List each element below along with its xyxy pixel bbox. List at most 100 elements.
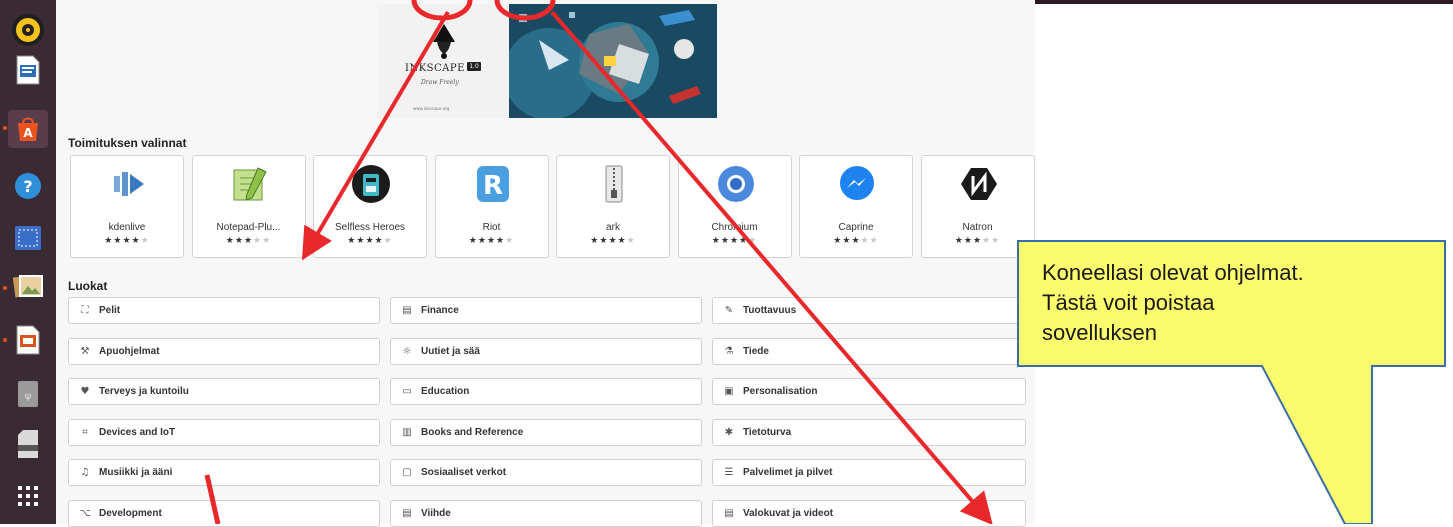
rhythmbox-icon[interactable] xyxy=(12,14,44,46)
star-empty-icon: ★ xyxy=(860,236,870,246)
categories-heading: Luokat xyxy=(68,279,108,293)
svg-text:?: ? xyxy=(23,177,32,196)
social-icon: ▢ xyxy=(402,467,412,478)
star-filled-icon: ★ xyxy=(225,236,235,246)
category-label: Tuottavuus xyxy=(743,305,797,316)
star-empty-icon: ★ xyxy=(748,236,758,246)
app-name: Selfless Heroes xyxy=(334,222,406,233)
personalisation-icon: ▣ xyxy=(724,386,734,397)
category-button[interactable]: ▥ Books and Reference xyxy=(390,418,702,446)
category-button[interactable]: ✎ Tuottavuus xyxy=(712,297,1026,324)
category-button[interactable]: ▣ Personalisation xyxy=(712,378,1026,405)
app-rating: ★★★★★ xyxy=(800,236,912,246)
app-tile[interactable]: Notepad-Plu... ★★★★★ xyxy=(191,155,306,258)
star-empty-icon: ★ xyxy=(991,236,1001,246)
star-filled-icon: ★ xyxy=(468,236,478,246)
running-indicator xyxy=(3,338,7,342)
star-empty-icon: ★ xyxy=(383,236,393,246)
server-icon: ☰ xyxy=(724,467,734,478)
category-button[interactable]: ▤ Viihde xyxy=(390,499,702,527)
ubuntu-dock: A ? ψ xyxy=(0,0,56,524)
screenshot-icon[interactable] xyxy=(12,222,44,254)
science-icon: ⚗ xyxy=(724,345,734,357)
svg-text:A: A xyxy=(23,126,33,140)
selfless-heroes-icon xyxy=(351,164,391,204)
category-button[interactable]: ♫ Musiikki ja ääni xyxy=(68,459,380,486)
callout-line-3: sovelluksen xyxy=(1042,320,1157,345)
star-filled-icon: ★ xyxy=(477,236,487,246)
banner-version: 1.0 xyxy=(467,62,481,71)
libreoffice-impress-icon[interactable] xyxy=(12,324,44,356)
star-filled-icon: ★ xyxy=(365,236,375,246)
running-indicator xyxy=(3,286,7,290)
category-label: Apuohjelmat xyxy=(99,345,160,357)
star-filled-icon: ★ xyxy=(963,236,973,246)
callout-line-1: Koneellasi olevat ohjelmat. xyxy=(1042,260,1304,285)
category-button[interactable]: ☰ Palvelimet ja pilvet xyxy=(712,459,1026,486)
category-button[interactable]: ▭ Education xyxy=(390,378,702,405)
show-applications-icon[interactable] xyxy=(12,480,44,512)
banner-illustration xyxy=(503,4,717,118)
security-icon: ✱ xyxy=(724,426,734,438)
category-label: Books and Reference xyxy=(421,426,524,438)
app-rating: ★★★★★ xyxy=(436,236,548,246)
riot-icon: R xyxy=(473,164,513,204)
category-button[interactable]: ♥ Terveys ja kuntoilu xyxy=(68,378,380,405)
development-icon: ⌥ xyxy=(79,507,91,519)
app-rating: ★★★★★ xyxy=(193,236,305,246)
category-button[interactable]: ⚒ Apuohjelmat xyxy=(68,337,380,365)
callout-text: Koneellasi olevat ohjelmat. Tästä voit p… xyxy=(1042,258,1442,348)
app-tile[interactable]: R Riot ★★★★★ xyxy=(434,155,549,258)
app-tile[interactable]: ark ★★★★★ xyxy=(556,155,670,258)
app-name: Notepad-Plu... xyxy=(216,222,281,233)
news-weather-icon: ☼ xyxy=(402,345,412,357)
svg-text:ψ: ψ xyxy=(25,391,32,402)
app-tile[interactable]: Caprine ★★★★★ xyxy=(799,155,913,258)
category-button[interactable]: ☼ Uutiet ja sää xyxy=(390,337,702,365)
star-empty-icon: ★ xyxy=(869,236,879,246)
app-tile[interactable]: Natron ★★★★★ xyxy=(920,155,1035,258)
star-empty-icon: ★ xyxy=(626,236,636,246)
sd-card-icon[interactable] xyxy=(12,428,44,460)
app-name: Caprine xyxy=(838,222,874,233)
category-label: Devices and IoT xyxy=(99,426,176,438)
star-filled-icon: ★ xyxy=(833,236,843,246)
category-button[interactable]: ▤ Finance xyxy=(390,297,702,324)
desktop-edge xyxy=(1035,0,1453,4)
notepad-plus-plus-icon xyxy=(230,164,270,204)
education-icon: ▭ xyxy=(402,386,412,397)
help-icon[interactable]: ? xyxy=(12,170,44,202)
music-icon: ♫ xyxy=(80,467,90,478)
svg-text:R: R xyxy=(482,171,502,201)
star-empty-icon: ★ xyxy=(253,236,263,246)
star-filled-icon: ★ xyxy=(608,236,618,246)
banner-url: www.inkscape.org xyxy=(413,106,450,111)
star-filled-icon: ★ xyxy=(720,236,730,246)
game-icon: ⛶ xyxy=(81,305,89,316)
category-button[interactable]: ▢ Sosiaaliset verkot xyxy=(390,459,702,486)
category-button[interactable]: ⌗ Devices and IoT xyxy=(68,418,380,446)
star-filled-icon: ★ xyxy=(711,236,721,246)
category-button[interactable]: ▤ Valokuvat ja videot xyxy=(712,499,1026,527)
health-icon: ♥ xyxy=(80,386,90,397)
category-label: Palvelimet ja pilvet xyxy=(743,467,833,478)
category-label: Development xyxy=(99,507,162,519)
category-button[interactable]: ⛶ Pelit xyxy=(68,297,380,324)
app-rating: ★★★★★ xyxy=(314,236,426,246)
natron-icon xyxy=(959,164,999,204)
category-label: Valokuvat ja videot xyxy=(743,507,834,519)
category-button[interactable]: ⌥ Development xyxy=(68,499,380,527)
app-tile[interactable]: Selfless Heroes ★★★★★ xyxy=(313,155,427,258)
category-button[interactable]: ⚗ Tiede xyxy=(712,337,1026,365)
star-filled-icon: ★ xyxy=(104,236,114,246)
libreoffice-writer-icon[interactable] xyxy=(12,54,44,86)
star-empty-icon: ★ xyxy=(140,236,150,246)
app-tile[interactable]: kdenlive ★★★★★ xyxy=(70,155,184,258)
utilities-icon: ⚒ xyxy=(80,345,90,357)
ubuntu-software-icon[interactable]: A xyxy=(8,110,48,148)
app-tile[interactable]: Chromium ★★★★★ xyxy=(677,155,792,258)
featured-banner[interactable]: INKSCAPE 1.0 Draw Freely www.inkscape.or… xyxy=(377,4,717,118)
usb-drive-icon[interactable]: ψ xyxy=(12,378,44,410)
image-viewer-icon[interactable] xyxy=(12,270,44,302)
category-button[interactable]: ✱ Tietoturva xyxy=(712,418,1026,446)
